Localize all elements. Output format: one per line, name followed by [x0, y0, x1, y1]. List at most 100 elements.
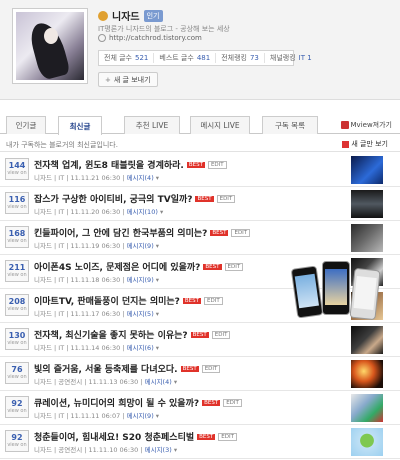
view-new-only-label: 새 글만 보기	[351, 140, 388, 148]
post-category: IT	[58, 412, 65, 420]
view-count-unit: view on	[7, 238, 27, 244]
post-author[interactable]: 니자드	[34, 344, 52, 352]
post-author[interactable]: 니자드	[34, 208, 52, 216]
best-tag: BEST	[210, 229, 229, 236]
iphone-photo	[288, 257, 382, 321]
stat-total-posts: 전체 글수 521	[99, 53, 155, 63]
view-count-unit: view on	[7, 204, 27, 210]
profile-homepage-url[interactable]: http://catchrod.tistory.com	[109, 34, 202, 42]
avatar[interactable]	[12, 8, 88, 84]
stat-best-posts: 베스트 글수 481	[154, 53, 217, 63]
view-count-box[interactable]: 116 view on	[5, 192, 29, 214]
mview-link[interactable]: Mview져가기	[340, 120, 392, 130]
post-messages[interactable]: 메시지(3)	[145, 446, 172, 454]
view-count-unit: view on	[7, 442, 27, 448]
tab-subscriptions[interactable]: 구독 목록	[262, 116, 318, 134]
post-author[interactable]: 니자드	[34, 174, 52, 182]
view-count: 144	[8, 161, 26, 170]
mview-link-label: Mview져가기	[350, 121, 392, 129]
post-thumbnail[interactable]	[351, 360, 383, 388]
post-author[interactable]: 니자드	[34, 378, 52, 386]
view-new-only-button[interactable]: 새 글만 보기	[342, 139, 388, 149]
view-count: 211	[8, 263, 26, 272]
post-messages[interactable]: 메시지(4)	[145, 378, 172, 386]
post-row: 92 view on 큐레이션, 뉴미디어의 희망이 될 수 있을까? BEST ED…	[0, 391, 400, 425]
view-count-box[interactable]: 76 view on	[5, 362, 29, 384]
post-category: IT	[58, 310, 65, 318]
post-messages[interactable]: 메시지(6)	[127, 344, 154, 352]
post-title[interactable]: 킨들파이어, 그 안에 담긴 한국부품의 의미는?	[34, 226, 207, 239]
view-count-unit: view on	[7, 272, 27, 278]
write-post-button[interactable]: + 새 글 보내기	[98, 72, 158, 87]
post-author[interactable]: 니자드	[34, 310, 52, 318]
post-author[interactable]: 니자드	[34, 276, 52, 284]
view-count-box[interactable]: 211 view on	[5, 260, 29, 282]
post-author[interactable]: 니자드	[34, 446, 52, 454]
post-author[interactable]: 니자드	[34, 412, 52, 420]
post-row: 130 view on 전자책, 최신기술을 좋지 못하는 이유는? BEST EDI…	[0, 323, 400, 357]
view-count-box[interactable]: 92 view on	[5, 430, 29, 452]
view-count-box[interactable]: 168 view on	[5, 226, 29, 248]
view-count-box[interactable]: 130 view on	[5, 328, 29, 350]
edit-tag: EDIT	[218, 432, 237, 441]
best-tag: BEST	[190, 331, 209, 338]
post-title[interactable]: 전자책, 최신기술을 좋지 못하는 이유는?	[34, 328, 188, 341]
post-thumbnail[interactable]	[351, 224, 383, 252]
post-title[interactable]: 잡스가 구상한 아이티비, 궁극의 TV일까?	[34, 192, 192, 205]
post-title[interactable]: 아이폰4S 노이즈, 문제점은 어디에 있을까?	[34, 260, 200, 273]
post-date: 11.11.13 06:30	[88, 378, 139, 386]
stat-channel-rank: 채널랭킹 IT 1	[269, 54, 312, 62]
post-title[interactable]: 빛의 즐거움, 서울 등축제를 다녀오다.	[34, 362, 178, 375]
post-author[interactable]: 니자드	[34, 242, 52, 250]
post-date: 11.11.14 06:30	[70, 344, 121, 352]
post-messages[interactable]: 메시지(9)	[127, 276, 154, 284]
post-row: 168 view on 킨들파이어, 그 안에 담긴 한국부품의 의미는? BEST…	[0, 221, 400, 255]
tab-latest[interactable]: 최신글	[58, 116, 102, 135]
post-date: 11.11.19 06:30	[70, 242, 121, 250]
profile-header: 니자드 인기 IT평론가 니자드의 블로그 - 공상해 보는 세상 http:/…	[0, 0, 400, 100]
post-messages[interactable]: 메시지(4)	[127, 174, 154, 182]
avatar-image	[16, 12, 84, 80]
post-row: 92 view on 청춘들이여, 힘내세요! S20 청춘페스티벌 BEST EDI…	[0, 425, 400, 459]
profile-homepage[interactable]: http://catchrod.tistory.com	[98, 34, 202, 42]
view-count: 116	[8, 195, 26, 204]
view-count-box[interactable]: 92 view on	[5, 396, 29, 418]
sub-bar: 내가 구독하는 블로거의 최신글입니다. 새 글만 보기	[0, 136, 400, 152]
best-tag: BEST	[186, 161, 205, 168]
post-row: 116 view on 잡스가 구상한 아이티비, 궁극의 TV일까? BEST ED…	[0, 187, 400, 221]
post-thumbnail[interactable]	[351, 156, 383, 184]
view-count: 168	[8, 229, 26, 238]
post-title[interactable]: 이마트TV, 판매돌풍이 던지는 의미는?	[34, 294, 180, 307]
post-thumbnail[interactable]	[351, 428, 383, 456]
post-thumbnail[interactable]	[351, 326, 383, 354]
post-messages[interactable]: 메시지(5)	[127, 310, 154, 318]
post-thumbnail[interactable]	[351, 190, 383, 218]
view-count-box[interactable]: 144 view on	[5, 158, 29, 180]
profile-nickname[interactable]: 니자드	[112, 8, 140, 23]
post-messages[interactable]: 메시지(9)	[127, 242, 154, 250]
view-count: 92	[11, 399, 23, 408]
view-count-unit: view on	[7, 306, 27, 312]
view-count: 208	[8, 297, 26, 306]
edit-tag: EDIT	[224, 262, 244, 271]
profile-stats: 전체 글수 521 베스트 글수 481 전체랭킹 73 채널랭킹 IT 1	[98, 50, 312, 66]
tab-recommend-live[interactable]: 추천 LIVE	[124, 116, 180, 134]
post-category: IT	[58, 174, 65, 182]
view-count-unit: view on	[7, 170, 27, 176]
post-title[interactable]: 청춘들이여, 힘내세요! S20 청춘페스티벌	[34, 430, 194, 443]
user-icon	[98, 10, 108, 21]
profile-badge: 인기	[143, 9, 163, 22]
mview-icon	[340, 121, 349, 129]
view-count-box[interactable]: 208 view on	[5, 294, 29, 316]
post-title[interactable]: 큐레이션, 뉴미디어의 희망이 될 수 있을까?	[34, 396, 199, 409]
tab-popular[interactable]: 인기글	[6, 116, 46, 134]
view-count-unit: view on	[7, 374, 27, 380]
post-category: IT	[58, 276, 65, 284]
post-date: 11.11.10 06:30	[88, 446, 139, 454]
post-category: IT	[58, 208, 65, 216]
post-title[interactable]: 전자책 업계, 윈도8 태블릿을 경계하라.	[34, 158, 184, 171]
tab-message-live[interactable]: 메시지 LIVE	[190, 116, 250, 134]
post-messages[interactable]: 메시지(9)	[127, 412, 154, 420]
post-messages[interactable]: 메시지(10)	[127, 208, 158, 216]
post-thumbnail[interactable]	[351, 394, 383, 422]
